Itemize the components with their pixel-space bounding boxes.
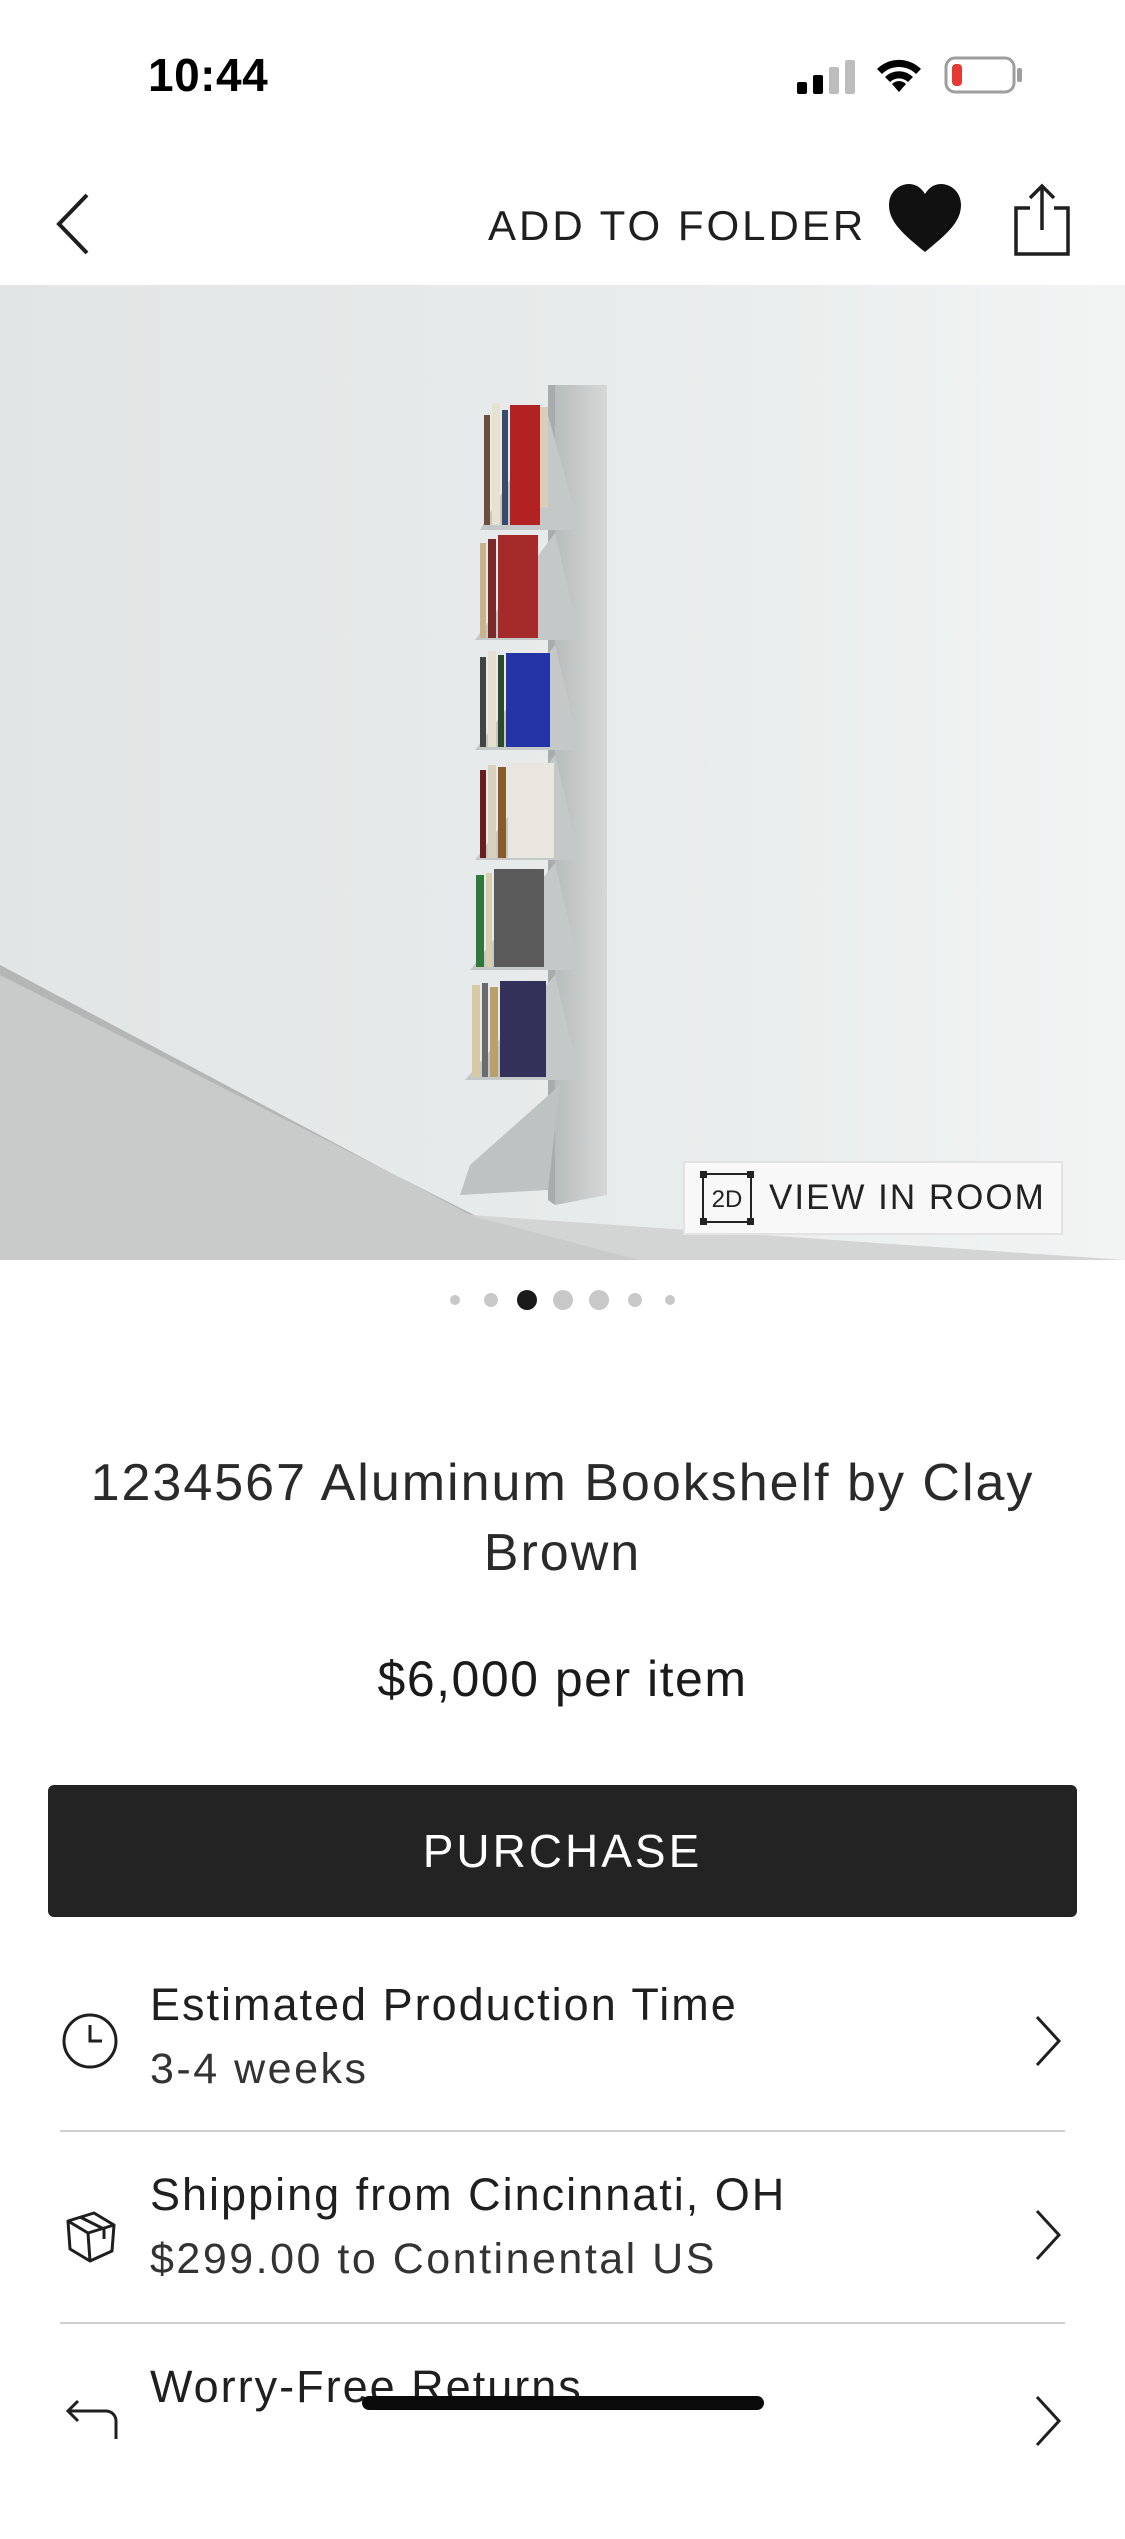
info-row-subtitle: 3-4 weeks (150, 2045, 369, 2093)
cellular-signal-icon (797, 60, 855, 94)
share-button[interactable] (1010, 180, 1074, 260)
2d-view-icon: 2D (700, 1171, 754, 1225)
carousel-dot-active[interactable] (517, 1290, 537, 1310)
chevron-right-icon (1035, 2015, 1062, 2067)
heart-icon (889, 184, 961, 252)
product-image-carousel[interactable]: 2D VIEW IN ROOM (0, 285, 1125, 1260)
returns-row[interactable]: Worry-Free Returns (60, 2347, 1065, 2539)
purchase-button[interactable]: PURCHASE (48, 1785, 1077, 1917)
view-in-room-label: VIEW IN ROOM (769, 1178, 1046, 1217)
package-icon (66, 2211, 116, 2263)
info-row-title: Estimated Production Time (150, 1979, 738, 2030)
production-time-row[interactable]: Estimated Production Time 3-4 weeks (60, 1963, 1065, 2155)
carousel-dot[interactable] (665, 1295, 675, 1305)
share-icon (1014, 183, 1070, 256)
carousel-dot[interactable] (484, 1293, 498, 1307)
carousel-dot[interactable] (589, 1290, 609, 1310)
clock-icon (62, 2013, 118, 2069)
carousel-dot[interactable] (628, 1293, 642, 1307)
shipping-row[interactable]: Shipping from Cincinnati, OH $299.00 to … (60, 2155, 1065, 2347)
chevron-right-icon (1035, 2395, 1062, 2447)
wifi-icon (877, 59, 921, 92)
carousel-dot[interactable] (553, 1290, 573, 1310)
divider (60, 2130, 1065, 2132)
product-title: 1234567 Aluminum Bookshelf by Clay Brown (90, 1454, 1035, 1582)
favorite-button[interactable] (885, 180, 965, 260)
view-in-room-button[interactable]: 2D VIEW IN ROOM (683, 1161, 1063, 1235)
chevron-left-icon (56, 193, 89, 255)
info-row-title: Shipping from Cincinnati, OH (150, 2169, 787, 2220)
top-nav-bar: ADD TO FOLDER (0, 160, 1125, 285)
battery-icon (944, 56, 1022, 94)
add-to-folder-button[interactable]: ADD TO FOLDER (488, 202, 866, 250)
2d-icon-label: 2D (712, 1186, 743, 1213)
product-price: $6,000 per item (377, 1651, 748, 1707)
return-icon (65, 2399, 118, 2439)
info-row-subtitle: $299.00 to Continental US (150, 2235, 717, 2283)
divider (60, 2322, 1065, 2324)
product-photo (0, 285, 1125, 1260)
status-bar: 10:44 (0, 0, 1125, 150)
home-indicator[interactable] (362, 2396, 764, 2410)
back-button[interactable] (48, 184, 98, 264)
carousel-pagination (0, 1290, 1125, 1314)
status-time: 10:44 (148, 49, 269, 101)
carousel-dot[interactable] (450, 1295, 460, 1305)
chevron-right-icon (1035, 2209, 1062, 2261)
